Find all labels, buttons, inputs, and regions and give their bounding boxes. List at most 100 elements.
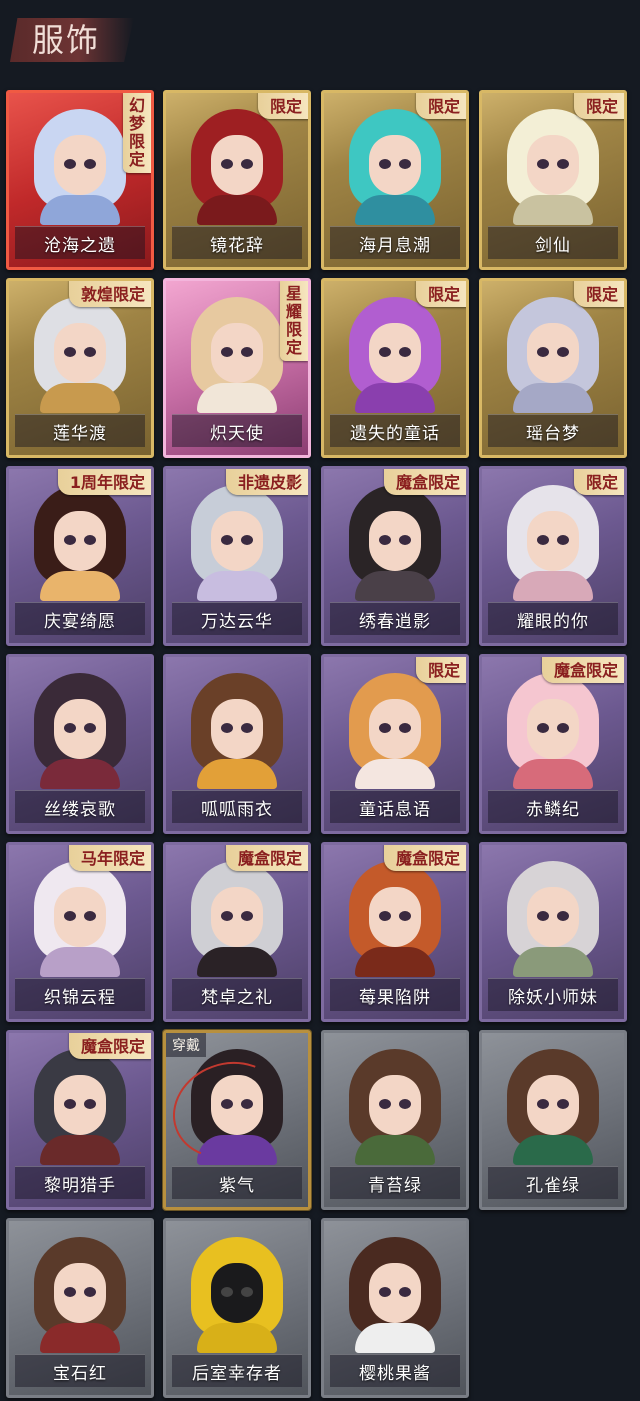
costume-card[interactable]: 限定 镜花辞 xyxy=(163,90,311,270)
portrait-eye xyxy=(221,1287,233,1297)
costume-name: 莲华渡 xyxy=(15,414,145,447)
costume-card[interactable]: 马年限定 织锦云程 xyxy=(6,842,154,1022)
character-portrait xyxy=(343,861,447,977)
costume-name: 庆宴绮愿 xyxy=(15,602,145,635)
costume-card[interactable]: 1周年限定庆宴绮愿 xyxy=(6,466,154,646)
costume-card[interactable]: 限定 耀眼的你 xyxy=(479,466,627,646)
limited-badge: 限定 xyxy=(573,281,624,307)
character-portrait xyxy=(28,673,132,789)
costume-card[interactable]: 孔雀绿 xyxy=(479,1030,627,1210)
character-portrait xyxy=(501,1049,605,1165)
portrait-outfit xyxy=(355,383,435,413)
portrait-face xyxy=(54,135,106,195)
costume-card[interactable]: 宝石红 xyxy=(6,1218,154,1398)
portrait-eye xyxy=(379,347,391,357)
costume-card[interactable]: 限定 海月息潮 xyxy=(321,90,469,270)
costume-card[interactable]: 魔盒限定 黎明猎手 xyxy=(6,1030,154,1210)
portrait-eye xyxy=(64,535,76,545)
character-portrait xyxy=(185,861,289,977)
portrait-eye xyxy=(537,347,549,357)
limited-badge: 非遗皮影 xyxy=(225,469,308,495)
costume-name: 梵卓之礼 xyxy=(172,978,302,1011)
costume-name: 瑶台梦 xyxy=(488,414,618,447)
costume-card[interactable]: 魔盒限定 赤鳞纪 xyxy=(479,654,627,834)
portrait-face xyxy=(54,699,106,759)
costume-name: 后室幸存者 xyxy=(172,1354,302,1387)
portrait-outfit xyxy=(355,195,435,225)
costume-card[interactable]: 魔盒限定 梵卓之礼 xyxy=(163,842,311,1022)
portrait-face xyxy=(54,323,106,383)
portrait-outfit xyxy=(513,383,593,413)
costume-name: 遗失的童话 xyxy=(330,414,460,447)
portrait-face xyxy=(527,135,579,195)
portrait-outfit xyxy=(197,759,277,789)
portrait-outfit xyxy=(355,571,435,601)
portrait-outfit xyxy=(40,759,120,789)
costume-card[interactable]: 樱桃果酱 xyxy=(321,1218,469,1398)
costume-card[interactable]: 后室幸存者 xyxy=(163,1218,311,1398)
portrait-face xyxy=(54,887,106,947)
portrait-face xyxy=(211,699,263,759)
costume-card[interactable]: 丝缕哀歌 xyxy=(6,654,154,834)
character-portrait xyxy=(185,673,289,789)
portrait-eye xyxy=(84,159,96,169)
portrait-outfit xyxy=(40,571,120,601)
portrait-eye xyxy=(221,723,233,733)
portrait-eye xyxy=(557,535,569,545)
costume-card[interactable]: 敦煌限定 莲华渡 xyxy=(6,278,154,458)
costume-card[interactable]: 穿戴 紫气 xyxy=(163,1030,311,1210)
character-portrait xyxy=(28,1049,132,1165)
costume-card[interactable]: 限定 剑仙 xyxy=(479,90,627,270)
portrait-eye xyxy=(241,159,253,169)
costume-card[interactable]: 青苔绿 xyxy=(321,1030,469,1210)
portrait-face xyxy=(369,699,421,759)
costume-card[interactable]: 魔盒限定 绣春逍影 xyxy=(321,466,469,646)
portrait-face xyxy=(211,1263,263,1323)
limited-badge: 限定 xyxy=(573,93,624,119)
character-portrait xyxy=(185,297,289,413)
costume-card[interactable]: 幻梦限定 沧海之遗 xyxy=(6,90,154,270)
portrait-eye xyxy=(537,535,549,545)
costume-card[interactable]: 限定 童话息语 xyxy=(321,654,469,834)
portrait-eye xyxy=(557,347,569,357)
portrait-face xyxy=(527,511,579,571)
costume-card[interactable]: 非遗皮影 万达云华 xyxy=(163,466,311,646)
character-portrait xyxy=(501,861,605,977)
portrait-eye xyxy=(241,1287,253,1297)
costume-name: 沧海之遗 xyxy=(15,226,145,259)
portrait-outfit xyxy=(197,383,277,413)
costume-card[interactable]: 限定 遗失的童话 xyxy=(321,278,469,458)
character-portrait xyxy=(28,861,132,977)
portrait-eye xyxy=(379,535,391,545)
section-title: 服饰 xyxy=(32,21,101,59)
portrait-eye xyxy=(399,911,411,921)
portrait-eye xyxy=(84,911,96,921)
costume-name: 孔雀绿 xyxy=(488,1166,618,1199)
portrait-outfit xyxy=(355,947,435,977)
limited-badge: 1周年限定 xyxy=(57,469,151,495)
costume-name: 炽天使 xyxy=(172,414,302,447)
portrait-outfit xyxy=(513,195,593,225)
costume-card[interactable]: 呱呱雨衣 xyxy=(163,654,311,834)
portrait-outfit xyxy=(513,1135,593,1165)
portrait-outfit xyxy=(197,947,277,977)
costume-card[interactable]: 除妖小师妹 xyxy=(479,842,627,1022)
costume-card[interactable]: 星耀限定炽天使 xyxy=(163,278,311,458)
limited-badge: 星耀限定 xyxy=(280,281,308,361)
character-portrait xyxy=(343,673,447,789)
character-portrait xyxy=(501,485,605,601)
portrait-eye xyxy=(399,1099,411,1109)
character-portrait xyxy=(343,1237,447,1353)
portrait-face xyxy=(54,511,106,571)
portrait-eye xyxy=(221,535,233,545)
costume-card[interactable]: 魔盒限定 莓果陷阱 xyxy=(321,842,469,1022)
character-portrait xyxy=(343,109,447,225)
portrait-face xyxy=(54,1075,106,1135)
limited-badge: 限定 xyxy=(415,657,466,683)
portrait-eye xyxy=(84,723,96,733)
portrait-eye xyxy=(64,911,76,921)
costume-card[interactable]: 限定瑶台梦 xyxy=(479,278,627,458)
portrait-eye xyxy=(241,723,253,733)
portrait-eye xyxy=(557,723,569,733)
character-portrait xyxy=(28,297,132,413)
